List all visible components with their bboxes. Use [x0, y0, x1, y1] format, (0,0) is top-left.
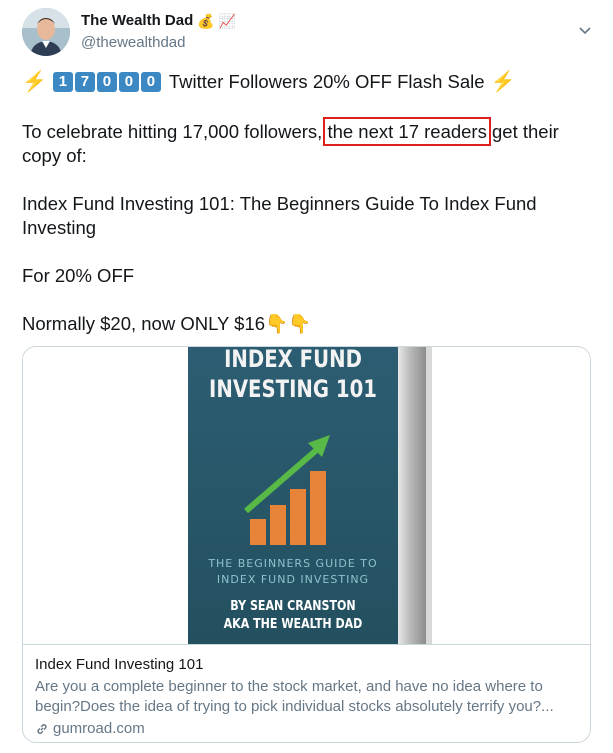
tweet-header: The Wealth Dad 💰 📈 @thewealthdad — [22, 8, 597, 56]
keycap-digit: 0 — [96, 72, 117, 92]
headline-text: Twitter Followers 20% OFF Flash Sale — [168, 71, 485, 92]
link-icon — [37, 724, 47, 734]
card-image: INDEX FUND INVESTING 101 THE BEGINNERS G… — [23, 347, 590, 644]
cover-subtitle-line2: INDEX FUND INVESTING — [216, 573, 370, 586]
text-segment: To celebrate hitting 17,000 followers, — [22, 121, 323, 142]
headline: ⚡ 1 7 0 0 0 Twitter Followers 20% OFF Fl… — [22, 70, 592, 94]
card-body: Index Fund Investing 101 Are you a compl… — [23, 644, 590, 742]
card-description-line2: begin?Does the idea of trying to pick in… — [35, 698, 554, 715]
price-text: Normally $20, now ONLY $16 — [22, 313, 266, 334]
card-description-line1: Are you a complete beginner to the stock… — [35, 678, 543, 695]
growth-chart-icon — [244, 435, 330, 545]
book-title-line2: Investing — [22, 217, 97, 238]
money-bag-icon: 💰 — [197, 12, 215, 29]
card-domain: gumroad.com — [35, 719, 578, 739]
keycap-digit: 1 — [52, 72, 73, 92]
highlighted-text: the next 17 readers — [323, 117, 491, 146]
book-title-line1: Index Fund Investing 101: The Beginners … — [22, 193, 537, 214]
user-handle[interactable]: @thewealthdad — [81, 34, 185, 51]
keycap-digit: 0 — [140, 72, 161, 92]
chart-increasing-icon: 📈 — [218, 12, 237, 29]
cover-author-line1: BY SEAN CRANSTON — [230, 599, 356, 614]
avatar[interactable] — [22, 8, 70, 56]
cover-title-line2: INVESTING 101 — [209, 375, 377, 403]
paragraph-celebrate-line2: copy of: — [22, 145, 87, 166]
book-spine — [398, 347, 426, 644]
card-title: Index Fund Investing 101 — [35, 656, 204, 673]
paragraph-celebrate: To celebrate hitting 17,000 followers, t… — [22, 117, 592, 146]
text-segment: get their — [492, 121, 559, 142]
cover-subtitle-line1: THE BEGINNERS GUIDE TO — [208, 557, 378, 570]
display-name[interactable]: The Wealth Dad — [81, 12, 193, 29]
keycap-digits: 1 7 0 0 0 — [52, 72, 163, 92]
card-domain-text: gumroad.com — [53, 720, 145, 737]
card-description: Are you a complete beginner to the stock… — [35, 677, 578, 717]
pointing-down-icon: 👇👇 — [265, 313, 312, 334]
keycap-digit: 0 — [118, 72, 139, 92]
cover-title-line1: INDEX FUND — [224, 347, 362, 373]
avatar-photo-icon — [22, 8, 70, 56]
cover-author-line2: AKA THE WEALTH DAD — [223, 617, 363, 632]
lightning-icon: ⚡ — [490, 71, 516, 93]
link-preview-card[interactable]: INDEX FUND INVESTING 101 THE BEGINNERS G… — [22, 346, 591, 743]
book-spine-shadow — [426, 347, 432, 644]
keycap-digit: 7 — [74, 72, 95, 92]
book-cover: INDEX FUND INVESTING 101 THE BEGINNERS G… — [188, 347, 398, 644]
lightning-icon: ⚡ — [22, 71, 47, 93]
chevron-down-icon[interactable] — [577, 22, 593, 38]
discount-text: For 20% OFF — [22, 265, 135, 286]
price-line: Normally $20, now ONLY $16👇👇 — [22, 312, 592, 336]
name-row: The Wealth Dad 💰 📈 — [81, 12, 236, 29]
